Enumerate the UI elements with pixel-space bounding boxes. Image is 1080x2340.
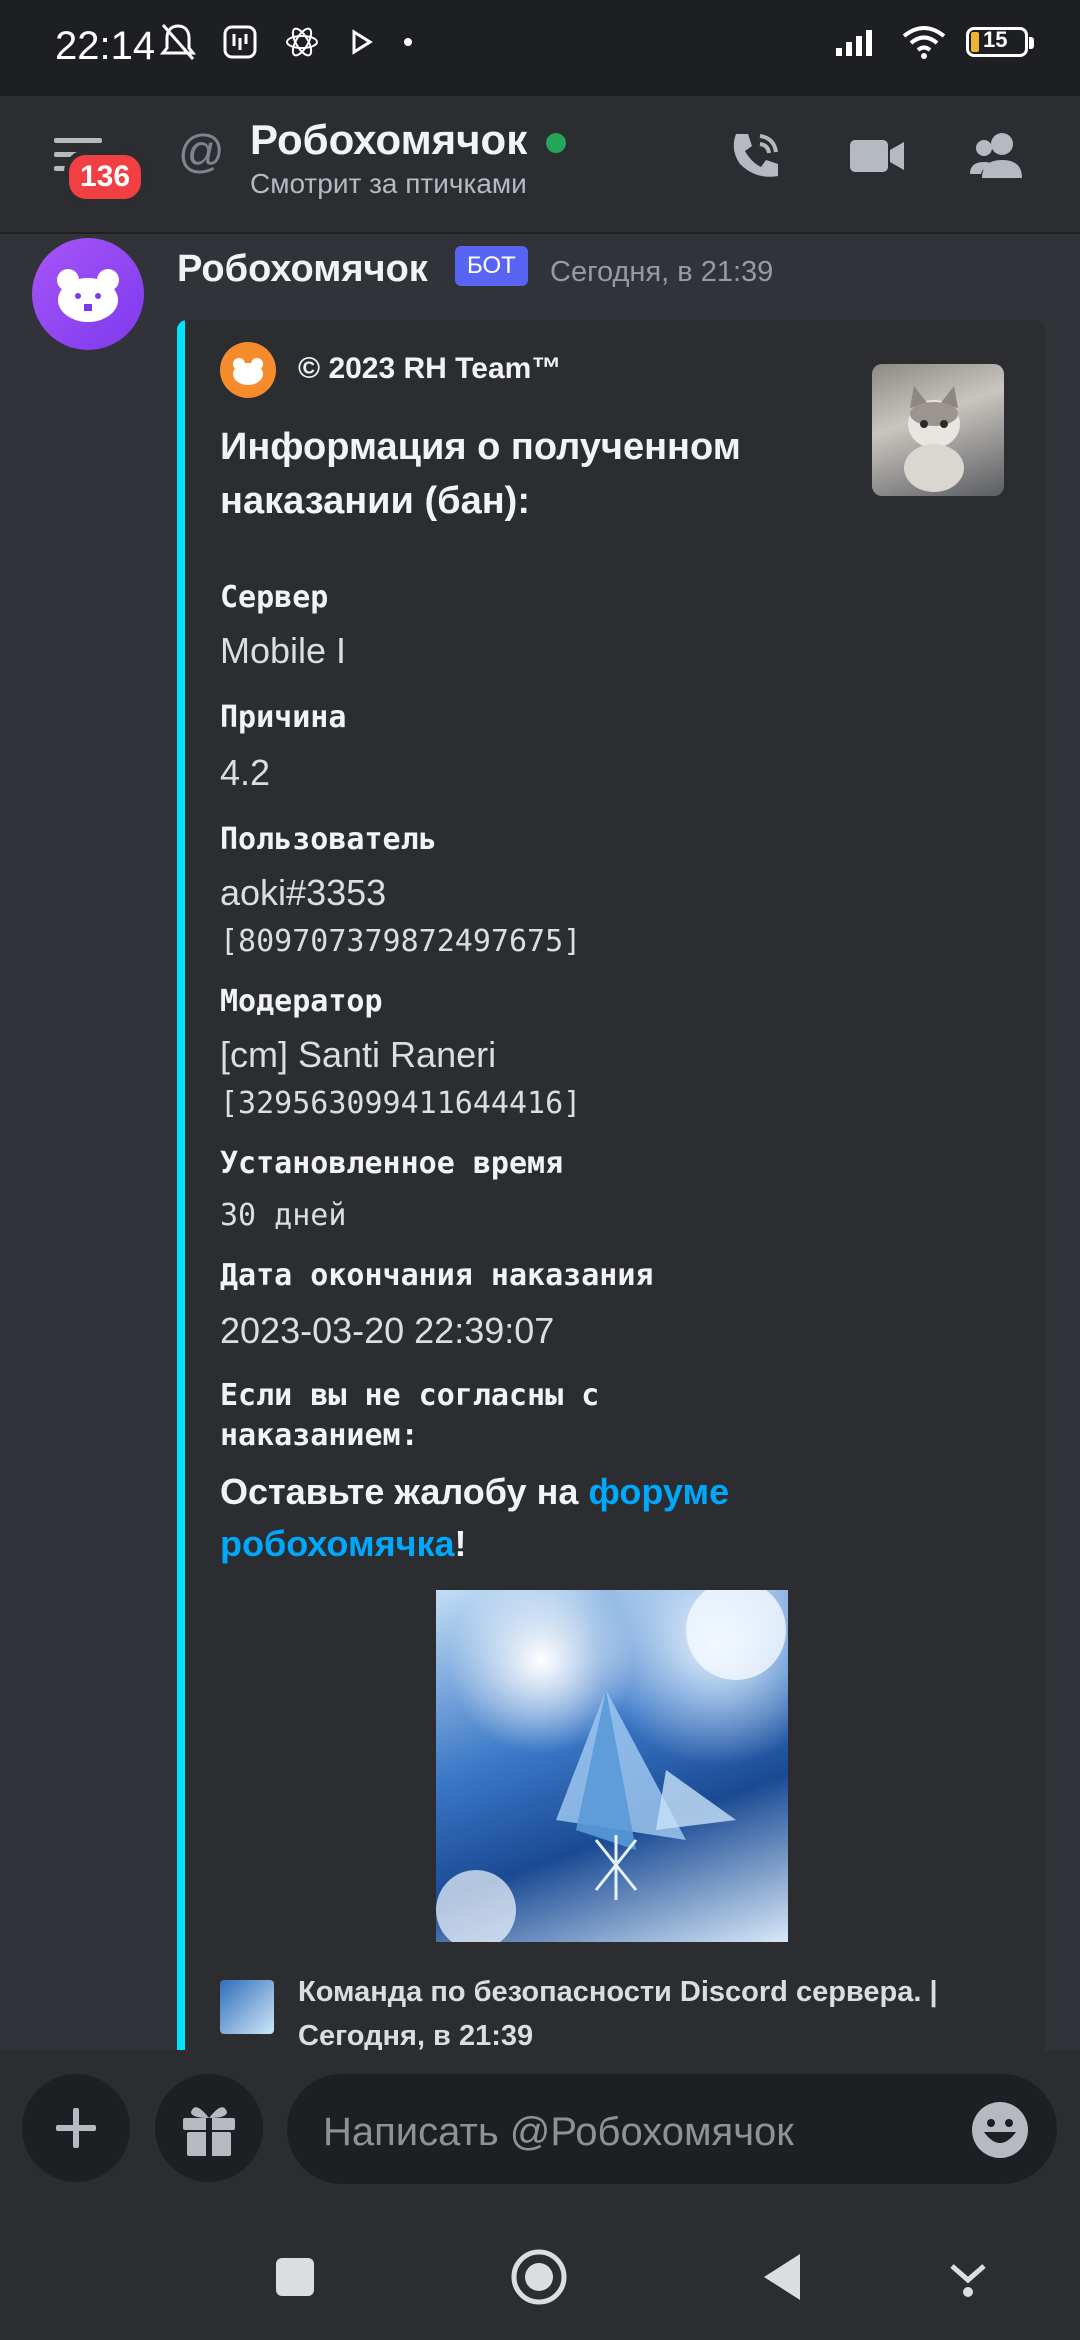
add-attachment-button[interactable] [22,2074,130,2182]
battery-icon: 15 [966,27,1034,57]
message-timestamp: Сегодня, в 21:39 [550,256,774,288]
members-icon[interactable] [966,126,1028,186]
field-complain-text: Оставьте жалобу на форуме робохомячка! [220,1466,820,1570]
status-time: 22:14 [55,24,156,68]
complain-prefix: Оставьте жалобу на [220,1471,589,1512]
field-duration-label: Установленное время [220,1146,564,1181]
unread-badge: 136 [64,150,146,204]
field-moderator-id: [329563099411644416] [220,1086,582,1121]
back-button[interactable] [760,2250,806,2304]
field-user-label: Пользователь [220,822,437,857]
at-icon: @ [178,125,225,177]
complain-suffix: ! [454,1523,467,1564]
call-icon[interactable] [726,126,786,186]
embed-author-icon [220,342,276,398]
avatar[interactable] [32,238,144,350]
embed-thumbnail[interactable] [872,364,1004,496]
field-reason-value: 4.2 [220,752,271,793]
battery-level: 15 [983,27,1008,52]
field-server-label: Сервер [220,580,329,615]
field-moderator-value: [cm] Santi Raneri [220,1034,497,1075]
message-input-placeholder: Написать @Робохомячок [323,2110,794,2154]
react-icon [286,27,318,57]
embed-author: © 2023 RH Team™ [298,352,562,385]
mute-icon [160,24,196,60]
footer-icon [220,1980,274,2034]
embed-accent-bar [177,320,185,2060]
gift-icon [183,2107,235,2156]
recents-button[interactable] [272,2254,318,2300]
video-icon[interactable] [846,128,908,184]
custom-status: Смотрит за птичками [250,168,527,199]
field-end-date-value: 2023-03-20 22:39:07 [220,1310,555,1351]
embed-card: © 2023 RH Team™ Информация о полученном … [177,320,1045,2060]
online-status-icon [546,133,566,153]
wifi-icon [902,26,946,59]
embed-title: Информация о полученном наказании (бан): [220,426,741,522]
chat-header [0,96,1080,234]
field-duration-value: 30 дней [220,1198,347,1233]
field-user-id: [809707379872497675] [220,924,582,959]
field-end-date-label: Дата окончания наказания [220,1258,654,1293]
play-icon [352,29,373,55]
field-moderator-label: Модератор [220,984,383,1019]
embed-footer: Команда по безопасности Discord сервера.… [298,1976,938,2052]
nav-hide-button[interactable] [946,2256,990,2300]
field-disagree-label: Если вы не согласны с наказанием: [220,1378,600,1453]
emoji-icon[interactable] [970,2100,1030,2160]
app-icon [223,25,257,59]
plus-icon [56,2108,96,2148]
dot-icon [404,38,412,46]
field-reason-label: Причина [220,700,347,735]
status-icons-left [160,22,414,62]
embed-image[interactable] [436,1590,788,1942]
field-server-value: Mobile I [220,630,347,671]
message-author[interactable]: Робохомячок [177,248,428,291]
signal-icon [836,30,872,56]
page-title[interactable]: Робохомячок [250,116,527,164]
hamster-icon [57,269,119,322]
field-user-value: aoki#3353 [220,872,387,913]
home-button[interactable] [510,2248,568,2306]
status-icons-right: 15 [834,24,1034,60]
gift-button[interactable] [155,2074,263,2182]
bot-tag: БОТ [455,246,528,286]
